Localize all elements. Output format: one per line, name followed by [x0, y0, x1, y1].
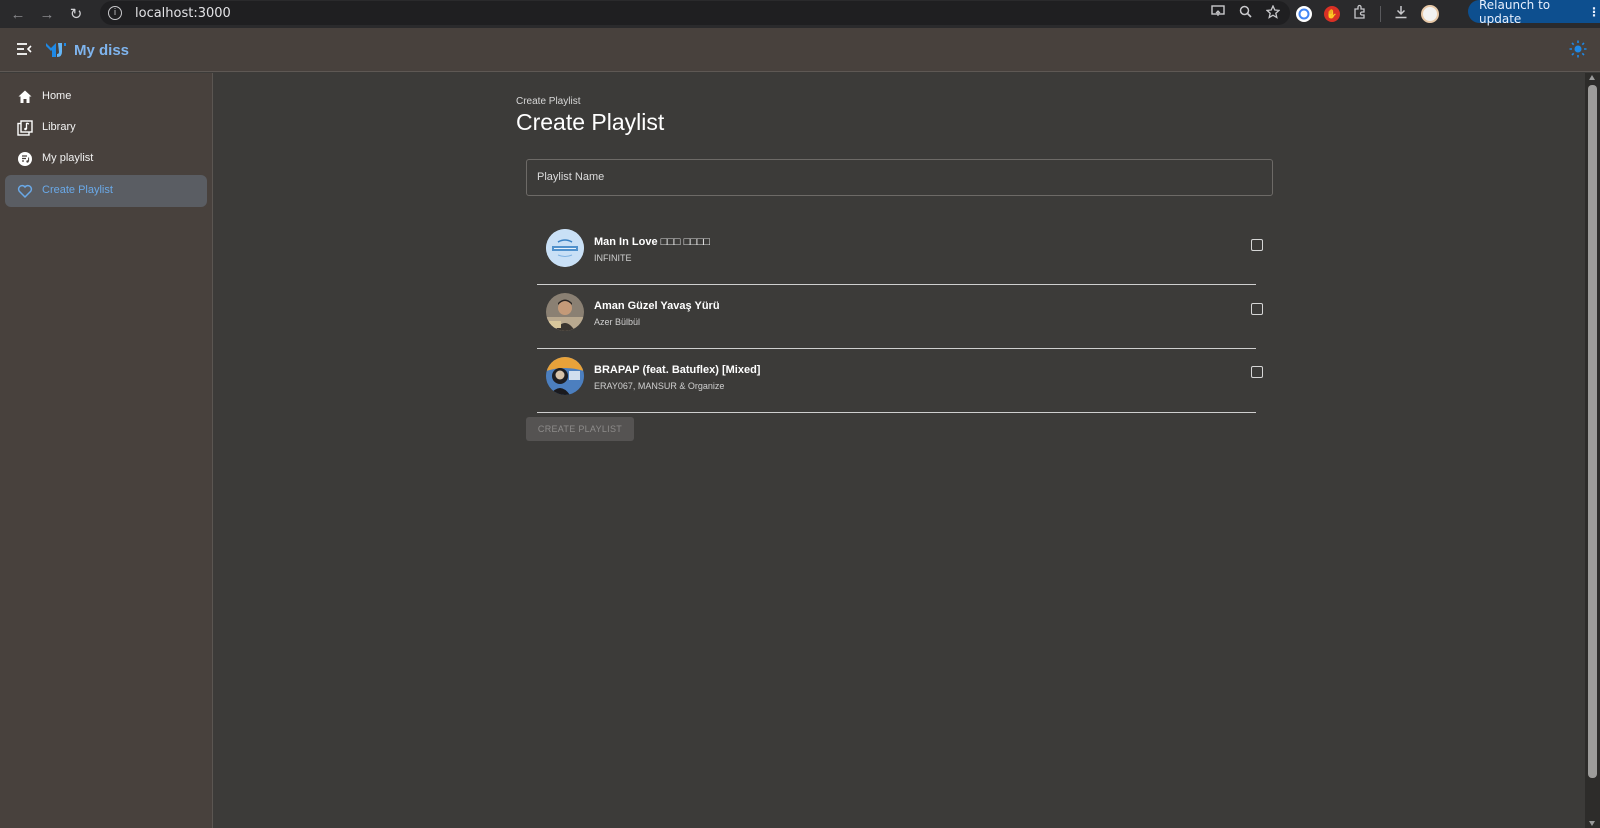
extensions-icon[interactable] [1352, 4, 1368, 25]
back-icon[interactable]: ← [3, 0, 33, 28]
theme-toggle-sun-icon[interactable] [1568, 39, 1588, 59]
sidebar-item-home[interactable]: Home [5, 81, 207, 113]
sidebar-item-create-playlist[interactable]: Create Playlist [5, 175, 207, 207]
download-icon[interactable] [1393, 4, 1409, 25]
scroll-up-arrow-icon[interactable] [1589, 75, 1595, 80]
track-cover-image [546, 293, 584, 331]
address-bar[interactable]: i localhost:3000 [100, 1, 1290, 25]
my-playlist-icon [18, 152, 32, 166]
bookmark-star-icon[interactable] [1265, 3, 1281, 22]
sidebar-item-label: Create Playlist [42, 184, 113, 196]
sidebar-item-library[interactable]: Library [5, 112, 207, 144]
cast-icon[interactable] [1211, 5, 1225, 21]
page-scrollbar[interactable] [1585, 73, 1600, 828]
playlist-name-placeholder: Playlist Name [537, 171, 605, 183]
app-header: My diss [0, 28, 1600, 72]
home-icon [18, 90, 32, 103]
heart-icon [17, 184, 33, 199]
sidebar-item-label: My playlist [42, 152, 94, 164]
menu-collapse-icon[interactable] [16, 42, 32, 56]
create-playlist-button[interactable]: CREATE PLAYLIST [526, 417, 634, 441]
track-list-item[interactable]: BRAPAP (feat. Batuflex) [Mixed] ERAY067,… [537, 349, 1256, 413]
track-select-checkbox[interactable] [1251, 239, 1263, 251]
browser-toolbar: ← → ↻ i localhost:3000 ✋ Relaunch to upd… [0, 0, 1600, 28]
app-title[interactable]: My diss [74, 42, 129, 59]
zoom-icon[interactable] [1239, 5, 1252, 21]
app-logo-icon [46, 43, 66, 57]
page-title: Create Playlist [516, 109, 665, 135]
track-list-item[interactable]: Aman Güzel Yavaş Yürü Azer Bülbül [537, 285, 1256, 349]
forward-icon[interactable]: → [32, 0, 62, 28]
sidebar: Home Library My playlist Create Playlist [0, 73, 213, 828]
track-title: Aman Güzel Yavaş Yürü [594, 300, 720, 312]
track-list-item[interactable]: Man In Love □□□ □□□□ INFINITE [537, 221, 1256, 285]
reload-icon[interactable]: ↻ [61, 0, 91, 28]
main-content: Create Playlist Create Playlist Playlist… [214, 73, 1585, 828]
profile-avatar[interactable] [1421, 5, 1439, 23]
relaunch-update-button[interactable]: Relaunch to update ⋮ [1468, 0, 1600, 26]
track-artist: INFINITE [594, 253, 632, 263]
sidebar-item-label: Library [42, 121, 76, 133]
track-title: Man In Love □□□ □□□□ [594, 236, 711, 248]
scrollbar-thumb[interactable] [1588, 85, 1597, 778]
breadcrumb: Create Playlist [516, 96, 581, 107]
playlist-name-input[interactable]: Playlist Name [526, 159, 1273, 196]
url-text[interactable]: localhost:3000 [135, 6, 231, 21]
extension-adblock-icon[interactable]: ✋ [1324, 6, 1340, 22]
track-select-checkbox[interactable] [1251, 366, 1263, 378]
menu-dots-icon[interactable]: ⋮ [1588, 5, 1600, 19]
track-select-checkbox[interactable] [1251, 303, 1263, 315]
track-cover-image [546, 229, 584, 267]
extension-google-icon[interactable] [1296, 6, 1312, 22]
library-icon [17, 120, 33, 136]
sidebar-item-label: Home [42, 90, 72, 102]
relaunch-label: Relaunch to update [1479, 0, 1551, 26]
site-info-icon[interactable]: i [108, 6, 122, 20]
track-artist: Azer Bülbül [594, 317, 641, 327]
track-cover-image [546, 357, 584, 395]
toolbar-divider [1380, 6, 1381, 22]
track-title: BRAPAP (feat. Batuflex) [Mixed] [594, 364, 761, 376]
sidebar-item-my-playlist[interactable]: My playlist [5, 143, 207, 175]
scroll-down-arrow-icon[interactable] [1589, 821, 1595, 826]
track-artist: ERAY067, MANSUR & Organize [594, 381, 725, 391]
